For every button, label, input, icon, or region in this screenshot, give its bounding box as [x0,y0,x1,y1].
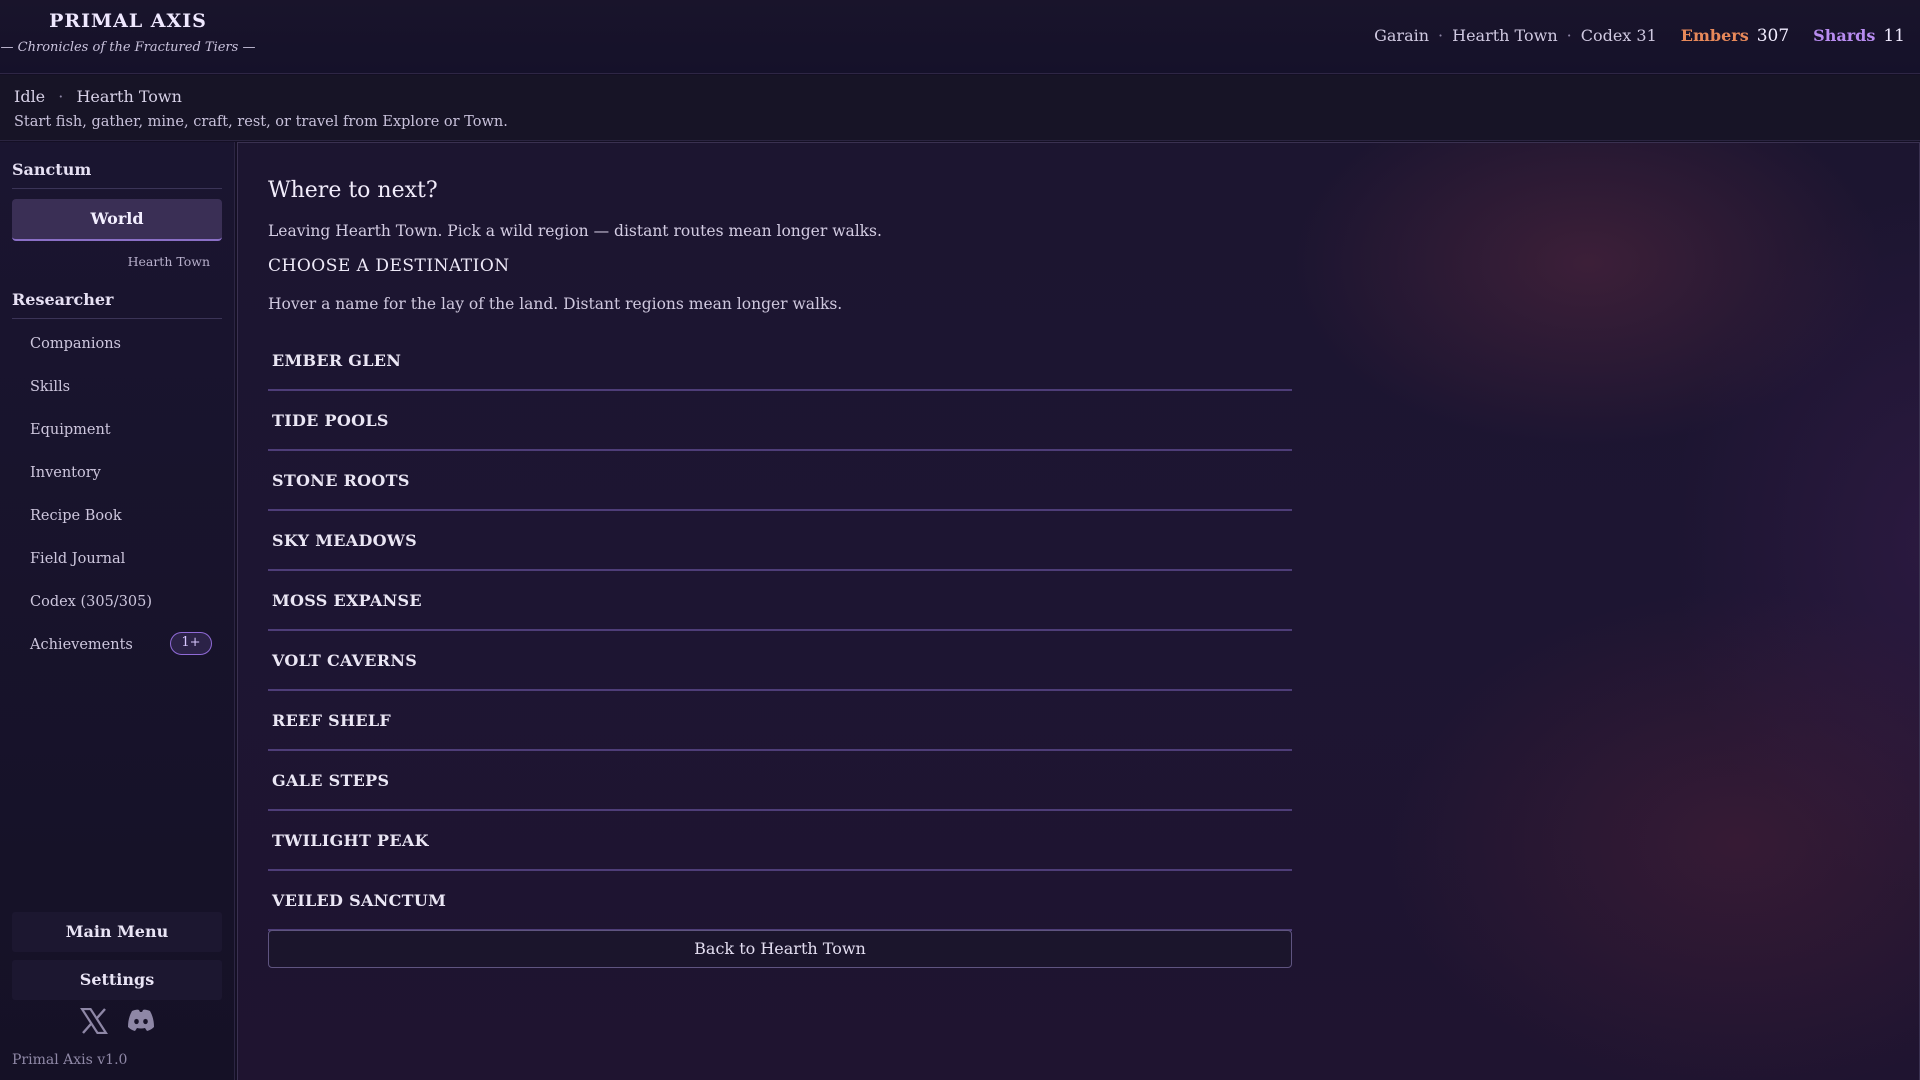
destination-twilight-peak[interactable]: TWILIGHT PEAK [268,811,1292,871]
achievements-badge: 1+ [170,632,212,655]
player-name: Garain [1374,26,1430,45]
destination-sky-meadows[interactable]: SKY MEADOWS [268,511,1292,571]
separator: · [58,87,64,106]
social-links [80,1008,156,1034]
brand: PRIMAL AXIS — Chronicles of the Fracture… [0,10,256,55]
sidebar-item-skills[interactable]: Skills [30,379,220,395]
destination-panel: Where to next? Leaving Hearth Town. Pick… [237,142,1920,1080]
sidebar-item-equipment[interactable]: Equipment [30,422,220,438]
status-strip: Idle · Hearth Town Start fish, gather, m… [0,75,1920,141]
choose-heading: CHOOSE A DESTINATION [268,256,510,276]
separator: · [1438,26,1444,45]
world-button[interactable]: World [12,199,222,241]
sidebar-item-recipe-book[interactable]: Recipe Book [30,508,220,524]
section-researcher: Researcher [12,290,222,319]
main-menu-button[interactable]: Main Menu [12,912,222,952]
hover-hint: Hover a name for the lay of the land. Di… [268,295,843,313]
current-location-label: Hearth Town [127,254,210,269]
status-state: Idle [14,87,46,106]
sidebar-item-companions[interactable]: Companions [30,336,220,352]
app-subtitle: — Chronicles of the Fractured Tiers — [0,40,256,55]
version-label: Primal Axis v1.0 [12,1052,128,1068]
status-line: Idle · Hearth Town [14,87,182,106]
embers-label: Embers [1680,26,1749,45]
back-to-town-button[interactable]: Back to Hearth Town [268,930,1292,968]
top-bar: PRIMAL AXIS — Chronicles of the Fracture… [0,0,1920,74]
page-title: Where to next? [268,178,438,203]
destination-veiled-sanctum[interactable]: VEILED SANCTUM [268,871,1292,931]
sidebar: Sanctum World Hearth Town Researcher Com… [0,142,235,1080]
destination-gale-steps[interactable]: GALE STEPS [268,751,1292,811]
sidebar-item-field-journal[interactable]: Field Journal [30,551,220,567]
destination-reef-shelf[interactable]: REEF SHELF [268,691,1292,751]
destination-list: EMBER GLEN TIDE POOLS STONE ROOTS SKY ME… [268,331,1292,931]
hud: Garain · Hearth Town · Codex 31 Embers 3… [1374,26,1905,46]
sidebar-item-inventory[interactable]: Inventory [30,465,220,481]
section-sanctum: Sanctum [12,160,222,189]
destination-ember-glen[interactable]: EMBER GLEN [268,331,1292,391]
shards-value: 11 [1883,26,1905,46]
x-icon[interactable] [80,1008,108,1034]
destination-volt-caverns[interactable]: VOLT CAVERNS [268,631,1292,691]
page-description: Leaving Hearth Town. Pick a wild region … [268,222,882,240]
app-title: PRIMAL AXIS [49,10,207,32]
hud-location: Hearth Town [1452,26,1558,45]
destination-tide-pools[interactable]: TIDE POOLS [268,391,1292,451]
separator: · [1566,26,1572,45]
embers-value: 307 [1756,26,1790,46]
shards-label: Shards [1813,26,1876,45]
status-hint: Start fish, gather, mine, craft, rest, o… [14,114,508,130]
settings-button[interactable]: Settings [12,960,222,1000]
destination-moss-expanse[interactable]: MOSS EXPANSE [268,571,1292,631]
status-location: Hearth Town [76,87,182,106]
hud-codex: Codex 31 [1580,26,1657,45]
destination-stone-roots[interactable]: STONE ROOTS [268,451,1292,511]
discord-icon[interactable] [126,1008,156,1034]
sidebar-item-codex[interactable]: Codex (305/305) [30,594,220,610]
